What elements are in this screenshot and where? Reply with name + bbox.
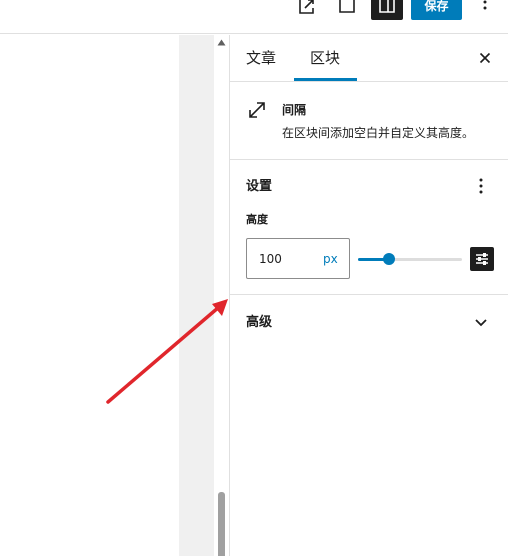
advanced-panel-title[interactable]: 高级 xyxy=(246,315,272,330)
close-icon[interactable] xyxy=(477,50,493,66)
custom-units-toggle[interactable] xyxy=(470,247,494,271)
settings-panel: 设置 高度 100 px xyxy=(230,161,508,295)
top-toolbar: 保存 xyxy=(0,0,508,34)
canvas-gutter xyxy=(179,35,214,556)
more-vertical-icon[interactable] xyxy=(474,177,488,195)
tab-block[interactable]: 区块 xyxy=(310,49,340,67)
resize-icon xyxy=(249,102,265,118)
slider-thumb[interactable] xyxy=(383,253,395,265)
active-tab-indicator xyxy=(294,78,357,81)
scrollbar-thumb[interactable] xyxy=(218,492,225,556)
tab-post[interactable]: 文章 xyxy=(246,49,276,67)
editor-screen: 保存 文章 区块 间隔 在区块间添加空白并自定义其高度。 设置 高度 100 p… xyxy=(0,0,508,556)
settings-panel-title: 设置 xyxy=(246,179,273,194)
block-title: 间隔 xyxy=(282,103,307,117)
height-slider[interactable] xyxy=(358,251,464,267)
trash-icon[interactable] xyxy=(336,0,358,16)
settings-sidebar: 文章 区块 间隔 在区块间添加空白并自定义其高度。 设置 高度 100 px 高… xyxy=(229,35,508,556)
sidebar-tabs: 文章 区块 xyxy=(230,35,508,82)
scrollbar-track[interactable] xyxy=(214,35,229,556)
settings-sliders-icon xyxy=(476,253,488,265)
height-input[interactable]: 100 px xyxy=(246,238,350,279)
settings-sidebar-toggle[interactable] xyxy=(371,0,403,20)
height-value[interactable]: 100 xyxy=(259,252,282,266)
block-description: 在区块间添加空白并自定义其高度。 xyxy=(282,126,475,140)
unit-select[interactable]: px xyxy=(323,252,338,266)
chevron-down-icon[interactable] xyxy=(473,316,489,330)
settings-sidebar-icon xyxy=(379,0,395,13)
scroll-up-arrow-icon[interactable] xyxy=(217,39,226,46)
block-card: 间隔 在区块间添加空白并自定义其高度。 xyxy=(230,83,508,160)
external-link-icon[interactable] xyxy=(296,0,318,16)
more-vertical-icon[interactable] xyxy=(478,0,492,16)
advanced-panel[interactable]: 高级 xyxy=(230,296,508,348)
editor-canvas[interactable] xyxy=(0,35,179,556)
save-button[interactable]: 保存 xyxy=(411,0,462,20)
height-label: 高度 xyxy=(246,213,268,226)
